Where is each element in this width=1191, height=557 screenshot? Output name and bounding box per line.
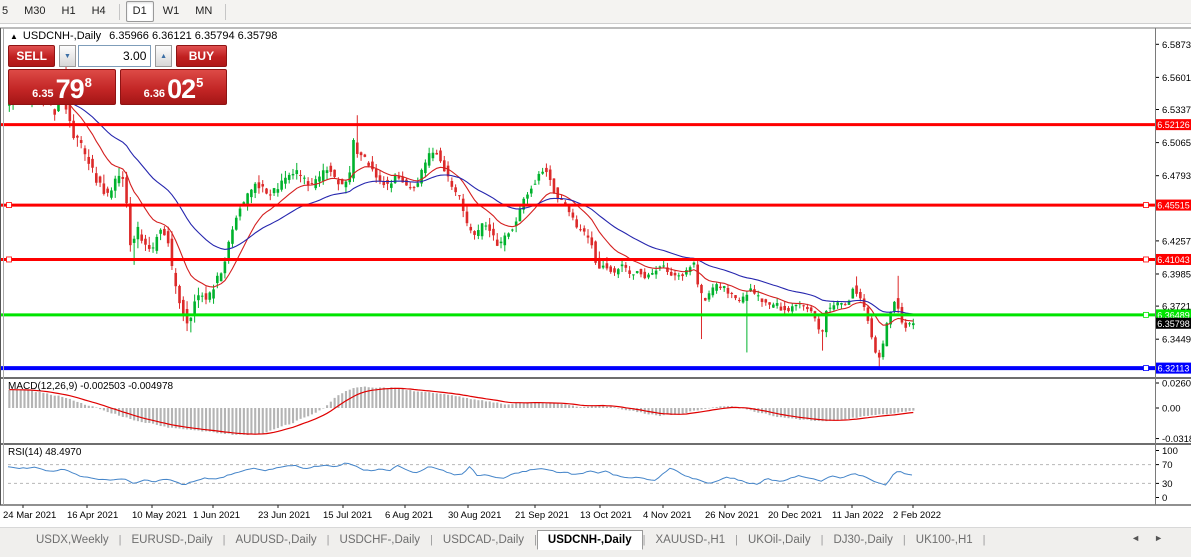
- svg-text:0.02607: 0.02607: [1162, 379, 1191, 390]
- chart-tab-uk100-h1[interactable]: UK100-,H1: [906, 531, 983, 549]
- chart-tab-usdx-weekly[interactable]: USDX,Weekly: [26, 531, 119, 549]
- timeframe-button-d1[interactable]: D1: [125, 1, 154, 22]
- trade-panel-quotes: 6.35 79 8 6.36 02 5: [8, 69, 227, 105]
- svg-text:26 Nov 2021: 26 Nov 2021: [705, 510, 759, 521]
- chart-tab-usdcnh-daily[interactable]: USDCNH-,Daily: [536, 529, 643, 550]
- macd-values: -0.002503 -0.004978: [80, 381, 174, 392]
- timeframe-button-mn[interactable]: MN: [188, 1, 219, 22]
- chart-tab-usdcad-daily[interactable]: USDCAD-,Daily: [433, 531, 534, 549]
- chart-tabs: USDX,Weekly | EURUSD-,Daily | AUDUSD-,Daily |…: [26, 529, 986, 550]
- sell-quote-pip: 8: [84, 75, 92, 90]
- svg-text:0: 0: [1162, 493, 1167, 504]
- svg-text:100: 100: [1162, 446, 1178, 457]
- svg-text:11 Jan 2022: 11 Jan 2022: [832, 510, 884, 521]
- svg-text:30: 30: [1162, 479, 1173, 490]
- svg-text:6.47930: 6.47930: [1162, 171, 1191, 182]
- svg-text:4 Nov 2021: 4 Nov 2021: [643, 510, 692, 521]
- collapse-panel-icon[interactable]: ▲: [10, 32, 18, 41]
- timeframe-button-w1[interactable]: W1: [156, 1, 187, 22]
- svg-text:21 Sep 2021: 21 Sep 2021: [515, 510, 569, 521]
- toolbar-separator: [118, 3, 120, 20]
- volume-decrease-icon[interactable]: ▼: [59, 45, 76, 67]
- toolbar-separator: [225, 3, 227, 20]
- buy-quote-prefix: 6.36: [143, 88, 166, 100]
- svg-text:10 May 2021: 10 May 2021: [132, 510, 187, 521]
- svg-text:6.52126: 6.52126: [1157, 120, 1190, 130]
- macd-label: MACD(12,26,9) -0.002503 -0.004978: [8, 381, 174, 392]
- timeframe-button-h4[interactable]: H4: [85, 1, 113, 22]
- svg-text:13 Oct 2021: 13 Oct 2021: [580, 510, 632, 521]
- chart-symbol-period: USDCNH-,Daily: [22, 30, 102, 42]
- svg-text:24 Mar 2021: 24 Mar 2021: [3, 510, 56, 521]
- timeframe-button-h1[interactable]: H1: [55, 1, 83, 22]
- svg-text:6.35798: 6.35798: [1157, 319, 1190, 329]
- svg-text:1 Jun 2021: 1 Jun 2021: [193, 510, 240, 521]
- timeframe-toolbar: 5 M30 H1 H4 D1 W1 MN: [0, 0, 1191, 24]
- chart-tab-audusd-daily[interactable]: AUDUSD-,Daily: [226, 531, 327, 549]
- svg-text:6.32113: 6.32113: [1158, 364, 1190, 374]
- sell-quote-big: 79: [55, 74, 85, 104]
- chart-tab-ukoil-daily[interactable]: UKOil-,Daily: [738, 531, 821, 549]
- volume-increase-icon[interactable]: ▲: [155, 45, 172, 67]
- buy-button[interactable]: BUY: [175, 45, 227, 67]
- one-click-trade-panel: SELL ▼ 3.00 ▲ BUY 6.35 79 8 6.36 02 5: [8, 45, 227, 105]
- svg-text:6.42570: 6.42570: [1162, 236, 1191, 247]
- svg-text:6.34490: 6.34490: [1162, 335, 1191, 346]
- chart-tab-bar: USDX,Weekly | EURUSD-,Daily | AUDUSD-,Daily |…: [0, 527, 1191, 552]
- tab-separator: |: [982, 534, 986, 546]
- volume-input[interactable]: 3.00: [77, 45, 152, 67]
- timeframe-button-5[interactable]: 5: [0, 1, 15, 22]
- svg-text:6.58730: 6.58730: [1162, 40, 1191, 51]
- chart-tab-dj30-daily[interactable]: DJ30-,Daily: [823, 531, 902, 549]
- chart-tab-usdchf-daily[interactable]: USDCHF-,Daily: [330, 531, 431, 549]
- svg-text:2 Feb 2022: 2 Feb 2022: [893, 510, 941, 521]
- svg-text:23 Jun 2021: 23 Jun 2021: [258, 510, 310, 521]
- svg-text:6.53370: 6.53370: [1162, 105, 1191, 116]
- svg-text:70: 70: [1162, 460, 1173, 471]
- svg-text:6 Aug 2021: 6 Aug 2021: [385, 510, 433, 521]
- chart-window: 6.52126 6.45515 6.41043 6.36489 6.32113 6.357…: [0, 23, 1191, 527]
- svg-text:20 Dec 2021: 20 Dec 2021: [768, 510, 822, 521]
- chart-title: ▲ USDCNH-,Daily 6.35966 6.36121 6.35794 6.…: [10, 30, 277, 42]
- svg-text:15 Jul 2021: 15 Jul 2021: [323, 510, 372, 521]
- chart-tab-xauusd-h1[interactable]: XAUUSD-,H1: [645, 531, 735, 549]
- rsi-label: RSI(14) 48.4970: [8, 447, 82, 458]
- svg-text:6.50650: 6.50650: [1162, 138, 1191, 149]
- timeframe-button-m30[interactable]: M30: [17, 1, 52, 22]
- trade-panel-controls: SELL ▼ 3.00 ▲ BUY: [8, 45, 227, 67]
- svg-text:0.00: 0.00: [1162, 404, 1181, 415]
- chart-tab-eurusd-daily[interactable]: EURUSD-,Daily: [122, 531, 223, 549]
- sell-button[interactable]: SELL: [8, 45, 56, 67]
- buy-quote[interactable]: 6.36 02 5: [120, 69, 227, 105]
- tab-scroll-right-icon[interactable]: ►: [1154, 533, 1177, 543]
- sell-quote-prefix: 6.35: [32, 88, 54, 100]
- svg-text:6.39850: 6.39850: [1162, 269, 1191, 280]
- sell-quote[interactable]: 6.35 79 8: [8, 69, 116, 105]
- svg-text:6.45515: 6.45515: [1157, 201, 1190, 211]
- timeframe-buttons: 5 M30 H1 H4 D1 W1 MN: [0, 1, 231, 22]
- svg-text:6.56010: 6.56010: [1162, 73, 1191, 84]
- buy-quote-big: 02: [167, 74, 196, 104]
- chart-ohlc-values: 6.35966 6.36121 6.35794 6.35798: [109, 30, 278, 42]
- rsi-value: 48.4970: [45, 447, 82, 458]
- trading-terminal: 5 M30 H1 H4 D1 W1 MN 6.52126 6.45515 6.41043 6.36…: [0, 0, 1191, 557]
- buy-quote-pip: 5: [196, 75, 204, 90]
- tab-scroll-left-icon[interactable]: ◄: [1131, 533, 1154, 543]
- svg-text:30 Aug 2021: 30 Aug 2021: [448, 510, 501, 521]
- svg-text:6.37210: 6.37210: [1162, 302, 1191, 313]
- svg-text:16 Apr 2021: 16 Apr 2021: [67, 510, 118, 521]
- svg-text:6.41043: 6.41043: [1157, 255, 1190, 265]
- tab-scroll-arrows: ◄►: [1131, 533, 1177, 543]
